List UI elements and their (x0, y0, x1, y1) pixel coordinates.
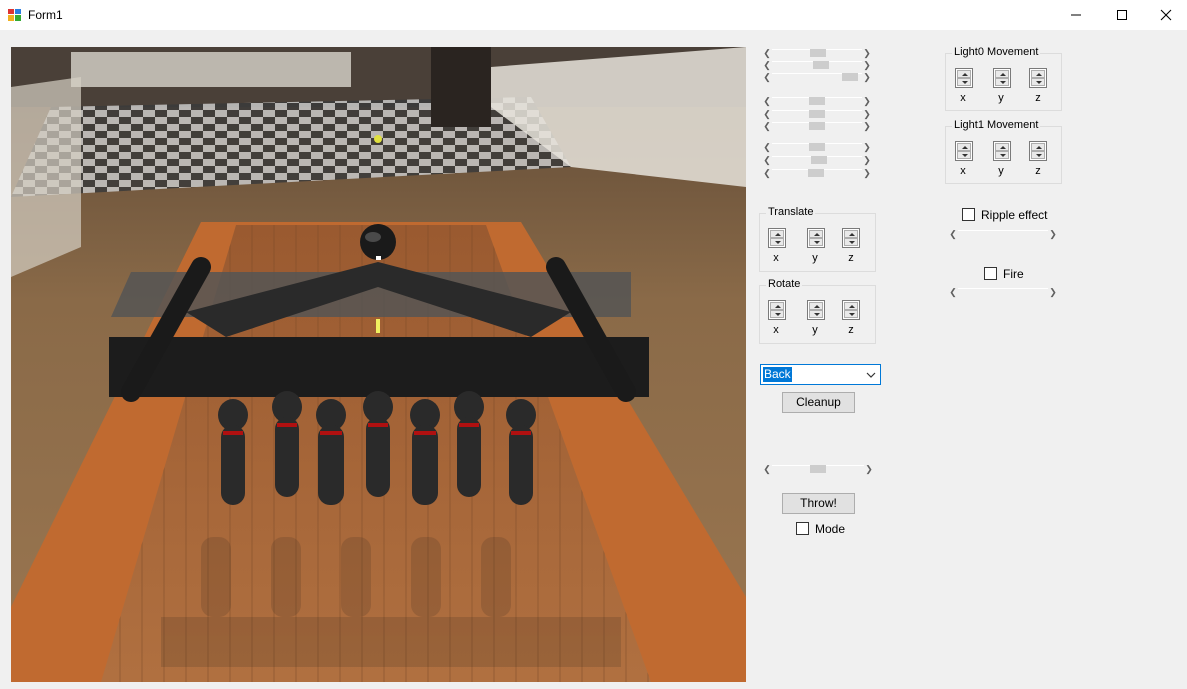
title-bar: Form1 (0, 0, 1187, 30)
chevron-left-icon: ❮ (763, 121, 771, 131)
chevron-left-icon: ❮ (763, 168, 771, 178)
light1-y-label: y (998, 165, 1004, 177)
light1-x-label: x (960, 165, 966, 177)
light1-z-spinner[interactable] (1029, 141, 1047, 161)
translate-title: Translate (766, 206, 816, 218)
chevron-right-icon: ❯ (1049, 287, 1057, 297)
rotate-title: Rotate (766, 278, 803, 290)
chevron-right-icon: ❯ (863, 48, 871, 58)
minimize-button[interactable] (1053, 0, 1099, 30)
light0-y-spinner[interactable] (993, 68, 1011, 88)
light1-y-spinner[interactable] (993, 141, 1011, 161)
chevron-right-icon: ❯ (865, 464, 873, 474)
chevron-left-icon: ❮ (763, 96, 771, 106)
mode-checkbox[interactable] (796, 522, 809, 535)
chevron-left-icon: ❮ (763, 109, 771, 119)
chevron-right-icon: ❯ (863, 109, 871, 119)
chevron-right-icon: ❯ (863, 72, 871, 82)
app-icon (8, 9, 21, 21)
translate-y-label: y (812, 252, 818, 264)
chevron-right-icon: ❯ (863, 121, 871, 131)
light1-x-spinner[interactable] (955, 141, 973, 161)
light-scrollbar-2[interactable]: ❮ ❯ (762, 60, 872, 70)
chevron-left-icon: ❮ (763, 155, 771, 165)
window-title: Form1 (28, 8, 63, 22)
maximize-button[interactable] (1099, 0, 1145, 30)
rotate-x-spinner[interactable] (768, 300, 786, 320)
material-scrollbar-2[interactable]: ❮ ❯ (762, 109, 872, 119)
rotate-z-spinner[interactable] (842, 300, 860, 320)
fire-checkbox[interactable] (984, 267, 997, 280)
translate-z-spinner[interactable] (842, 228, 860, 248)
translate-x-label: x (773, 252, 779, 264)
light0-title: Light0 Movement (952, 46, 1041, 58)
chevron-left-icon: ❮ (949, 229, 957, 239)
fire-scrollbar[interactable]: ❮ ❯ (948, 287, 1058, 297)
chevron-down-icon (866, 372, 876, 378)
camera-view-selected: Back (763, 367, 792, 382)
translate-y-spinner[interactable] (807, 228, 825, 248)
maximize-icon (1117, 10, 1127, 20)
rotate-y-spinner[interactable] (807, 300, 825, 320)
chevron-right-icon: ❯ (863, 142, 871, 152)
chevron-left-icon: ❮ (763, 464, 771, 474)
camera-view-dropdown[interactable]: Back (760, 364, 881, 385)
rotate-z-label: z (848, 324, 854, 336)
material-scrollbar-3[interactable]: ❮ ❯ (762, 121, 872, 131)
color-scrollbar-3[interactable]: ❮ ❯ (762, 168, 872, 178)
chevron-right-icon: ❯ (1049, 229, 1057, 239)
chevron-right-icon: ❯ (863, 168, 871, 178)
light1-z-label: z (1035, 165, 1041, 177)
opengl-viewport[interactable] (11, 47, 746, 682)
color-scrollbar-1[interactable]: ❮ ❯ (762, 142, 872, 152)
throw-power-scrollbar[interactable]: ❮ ❯ (762, 464, 874, 474)
chevron-left-icon: ❮ (763, 60, 771, 70)
throw-button[interactable]: Throw! (782, 493, 855, 514)
light0-y-label: y (998, 92, 1004, 104)
translate-z-label: z (848, 252, 854, 264)
light-scrollbar-1[interactable]: ❮ ❯ (762, 48, 872, 58)
rotate-x-label: x (773, 324, 779, 336)
color-scrollbar-2[interactable]: ❮ ❯ (762, 155, 872, 165)
chevron-right-icon: ❯ (863, 96, 871, 106)
ripple-scrollbar[interactable]: ❮ ❯ (948, 229, 1058, 239)
light0-x-label: x (960, 92, 966, 104)
bowling-scene (11, 47, 746, 682)
light0-z-label: z (1035, 92, 1041, 104)
cleanup-button[interactable]: Cleanup (782, 392, 855, 413)
fire-label: Fire (1003, 267, 1024, 281)
chevron-left-icon: ❮ (949, 287, 957, 297)
rotate-y-label: y (812, 324, 818, 336)
light1-title: Light1 Movement (952, 119, 1041, 131)
close-icon (1160, 9, 1172, 21)
chevron-left-icon: ❮ (763, 72, 771, 82)
mode-label: Mode (815, 522, 846, 536)
chevron-right-icon: ❯ (863, 155, 871, 165)
light-scrollbar-3[interactable]: ❮ ❯ (762, 72, 872, 82)
minimize-icon (1071, 14, 1081, 16)
light0-z-spinner[interactable] (1029, 68, 1047, 88)
ripple-effect-label: Ripple effect (981, 208, 1048, 222)
translate-x-spinner[interactable] (768, 228, 786, 248)
ripple-effect-checkbox[interactable] (962, 208, 975, 221)
close-button[interactable] (1143, 0, 1187, 30)
chevron-left-icon: ❮ (763, 48, 771, 58)
chevron-left-icon: ❮ (763, 142, 771, 152)
material-scrollbar-1[interactable]: ❮ ❯ (762, 96, 872, 106)
chevron-right-icon: ❯ (863, 60, 871, 70)
light0-x-spinner[interactable] (955, 68, 973, 88)
